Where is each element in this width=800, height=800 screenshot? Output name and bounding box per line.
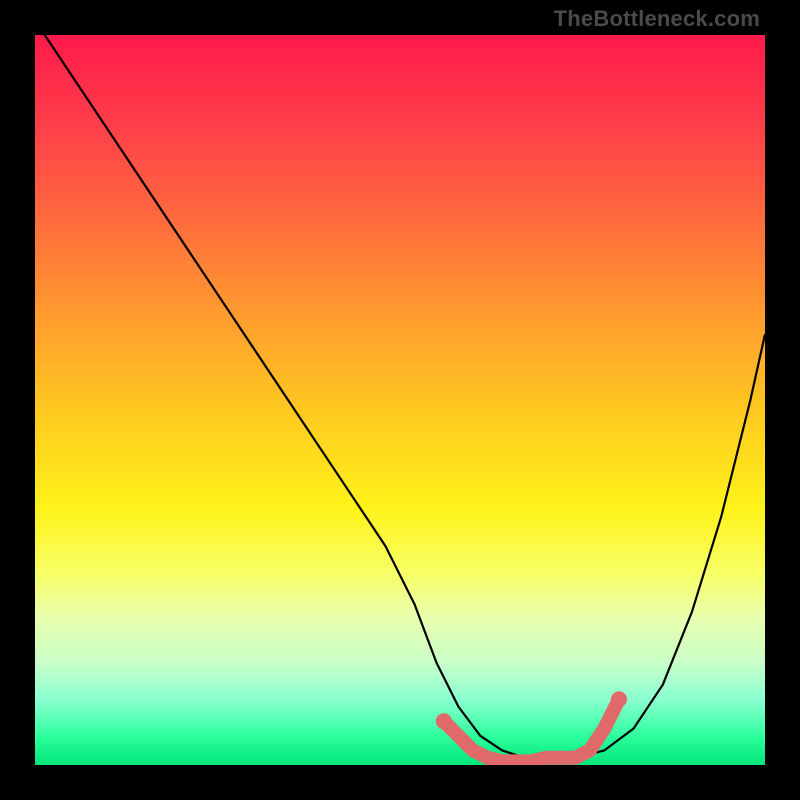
chart-svg (35, 35, 765, 765)
highlight-endpoint-dot (436, 713, 452, 729)
highlight-endpoint-dot (611, 691, 627, 707)
chart-plot-area (35, 35, 765, 765)
bottleneck-curve-line (35, 35, 765, 758)
chart-frame: TheBottleneck.com (0, 0, 800, 800)
flat-highlight-stroke (444, 699, 619, 761)
flat-highlight-dots (436, 691, 627, 729)
attribution-text: TheBottleneck.com (554, 6, 760, 32)
